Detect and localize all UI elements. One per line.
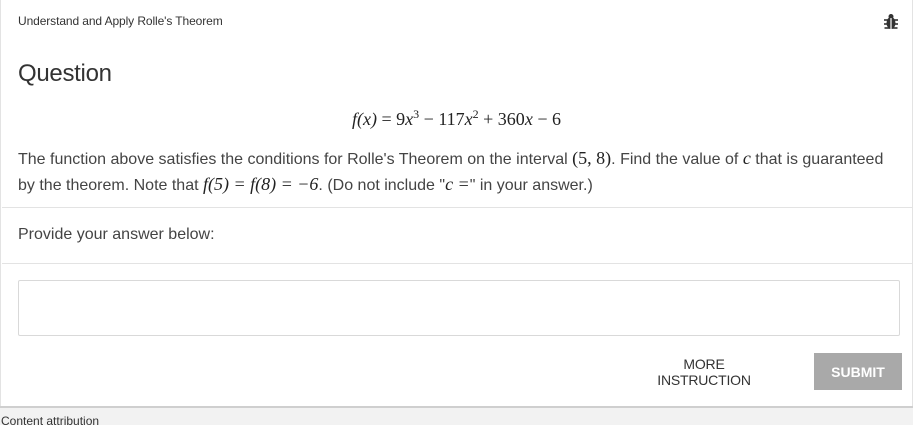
answer-input[interactable]	[18, 280, 900, 336]
divider	[2, 207, 913, 208]
note-math: f(5) = f(8) = −6	[203, 174, 319, 194]
question-text: The function above satisfies the conditi…	[18, 146, 898, 198]
formula-term3-coef: + 360	[478, 109, 525, 129]
c-variable: c	[742, 148, 751, 168]
formula-constant: − 6	[532, 109, 561, 129]
interval-math: (5, 8)	[572, 148, 612, 168]
formula-equals: =	[377, 109, 397, 129]
question-text-part: The function above satisfies the conditi…	[18, 151, 573, 168]
formula-term3-var: x	[524, 109, 533, 129]
content-attribution-link[interactable]: Content attribution	[1, 414, 99, 428]
divider	[2, 263, 913, 264]
c-equals-math: c =	[445, 174, 470, 194]
topic-title: Understand and Apply Rolle's Theorem	[18, 14, 223, 28]
footer-bar	[0, 406, 913, 425]
question-card: Understand and Apply Rolle's Theorem Que…	[0, 0, 913, 406]
formula-lhs: f(x)	[352, 109, 378, 129]
formula-term2-coef: − 117	[419, 109, 465, 129]
question-heading: Question	[18, 60, 112, 87]
answer-prompt: Provide your answer below:	[18, 226, 215, 243]
formula-term1-var: x	[405, 109, 414, 129]
question-text-part: . (Do not include "	[318, 177, 446, 194]
more-instruction-button[interactable]: MORE INSTRUCTION	[629, 355, 779, 389]
function-formula: f(x) = 9x3 − 117x2 + 360x − 6	[1, 107, 912, 130]
question-text-part: " in your answer.)	[469, 177, 593, 194]
bug-icon[interactable]	[881, 12, 901, 32]
submit-button[interactable]: SUBMIT	[814, 353, 902, 390]
question-text-part: . Find the value of	[611, 151, 743, 168]
formula-term1-coef: 9	[396, 109, 406, 129]
formula-term2-var: x	[464, 109, 473, 129]
